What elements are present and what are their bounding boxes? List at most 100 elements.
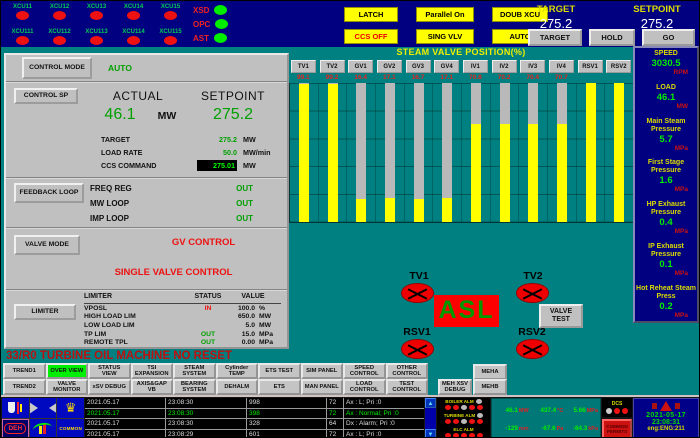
trend-curve-icon (32, 421, 53, 435)
log-row[interactable]: 2021.05.1723:08:3099872Ax : L; Pri :0 (85, 398, 424, 409)
nav-button-trend2[interactable]: TREND2 (3, 379, 46, 395)
valve-button-rsv1[interactable]: RSV1 (578, 60, 603, 73)
metric-label: First Stage Pressure (635, 159, 697, 175)
nav-button-mehb[interactable]: MEHB (473, 379, 507, 395)
limiter-name: HIGH LOAD LIM (84, 313, 191, 320)
valve-button-tv1[interactable]: TV1 (291, 60, 316, 73)
valve-button-tv2[interactable]: TV2 (320, 60, 345, 73)
log-row[interactable]: 2021.05.1723:08:3032864Dx : Alarm; Pri :… (85, 419, 424, 430)
nav-button-steam-system[interactable]: STEAM SYSTEM (173, 363, 216, 379)
xcu-indicator-xcu112: XCU112 (41, 29, 78, 45)
nav-button-ets-test[interactable]: ETS TEST (258, 363, 301, 379)
valve-button-iv3[interactable]: IV3 (520, 60, 545, 73)
hold-button[interactable]: HOLD (589, 29, 635, 46)
valve-button-iv1[interactable]: IV1 (463, 60, 488, 73)
turbine-icon[interactable]: ♛ (57, 398, 84, 418)
limiter-row-tp-lim: TP LIMOUT15.0MPa (84, 330, 281, 339)
valve-button-cell: RSV2 (604, 60, 633, 74)
nav-button-meh-xsv-debug[interactable]: MEH XSV DEBUG (438, 379, 472, 395)
control-mode-button[interactable]: CONTROL MODE (22, 57, 92, 79)
log-cell: 2021.05.17 (85, 430, 166, 438)
feedback-loop-button[interactable]: FEEDBACK LOOP (14, 183, 84, 203)
nav-button-axis-gap-vb[interactable]: AXIS&GAP VB (131, 379, 174, 395)
xcu-row: XCU111XCU112XCU113XCU114XCU115 (4, 29, 189, 45)
log-row[interactable]: 2021.05.1723:08:2960172Ax : L; Pri :0 (85, 430, 424, 438)
valve-bar-track (557, 83, 567, 222)
valve-button-gv1[interactable]: GV1 (348, 60, 373, 73)
nav-button-cylinder-temp[interactable]: Cylinder TEMP (216, 363, 259, 379)
nav-button-tsi-expansion[interactable]: TSI EXPANSION (131, 363, 174, 379)
latch-button[interactable]: LATCH (344, 7, 398, 22)
process-value: 437.4°C (529, 399, 564, 417)
valve-button-iv2[interactable]: IV2 (492, 60, 517, 73)
valve-button-gv3[interactable]: GV3 (406, 60, 431, 73)
metric-first-stage-pressure: First Stage Pressure1.6MPa (635, 159, 697, 193)
nav-button-xsv-debug[interactable]: xSV DEBUG (88, 379, 131, 395)
nav-button-ets[interactable]: ETS (258, 379, 301, 395)
limiter-button[interactable]: LIMITER (14, 304, 76, 320)
flask-icon (8, 402, 15, 413)
valve-button-rsv2[interactable]: RSV2 (606, 60, 631, 73)
xcu-indicator-xcu14: XCU14 (115, 4, 152, 20)
nav-button-speed-control[interactable]: SPEED CONTROL (343, 363, 386, 379)
valve-position-value-gv4: 17.1 (432, 74, 461, 83)
unit-overview-icon[interactable] (2, 398, 29, 418)
nav-button-meha[interactable]: MEHA (473, 364, 507, 380)
parallel-on-button[interactable]: Parallel On (416, 7, 474, 22)
valve-icon[interactable] (30, 398, 57, 418)
trend-icon[interactable] (30, 419, 57, 438)
common-icon[interactable]: COMMON (57, 419, 84, 438)
setpoint-label: SETPOINT (623, 4, 691, 15)
metric-label: Hot Reheat Steam Press (635, 285, 697, 301)
limiter-unit: MPa (255, 331, 281, 338)
valve-button-gv4[interactable]: GV4 (434, 60, 459, 73)
nav-button-bearing-system[interactable]: BEARING SYSTEM (173, 379, 216, 395)
valve-button-gv2[interactable]: GV2 (377, 60, 402, 73)
limiter-value: 650.0 (225, 313, 255, 320)
control-sp-button[interactable]: CONTROL SP (14, 88, 78, 104)
nav-button-status-view[interactable]: STATUS VIEW (88, 363, 131, 379)
nav-button-load-control[interactable]: LOAD CONTROL (343, 379, 386, 395)
nav-button-other-control[interactable]: OTHER CONTROL (386, 363, 429, 379)
trip-status-xsd: XSD (189, 5, 228, 15)
log-cell: 72 (327, 430, 344, 438)
control-sp-section: CONTROL SP ACTUAL SETPOINT 46.1 MW 275.2… (6, 83, 287, 179)
valve-button-cell: IV3 (518, 60, 547, 74)
trip-status-column: XSDOPCAST (189, 3, 228, 45)
ccs-off-button[interactable]: CCS OFF (344, 29, 398, 44)
log-cell: 601 (247, 430, 327, 438)
valve-mode-button[interactable]: VALVE MODE (14, 235, 80, 255)
deh-icon[interactable]: DEH (2, 419, 29, 438)
log-scrollbar[interactable]: ▲ ▼ (425, 398, 436, 438)
xcu-indicator-xcu111: XCU111 (4, 29, 41, 45)
dcs-status-dot (614, 408, 620, 414)
valve-button-iv4[interactable]: IV4 (549, 60, 574, 73)
xcu-indicator-xcu12: XCU12 (41, 4, 78, 20)
nav-button-trend1[interactable]: TREND1 (3, 363, 46, 379)
target-button[interactable]: TARGET (528, 29, 582, 46)
common-permits-button[interactable]: COMMON PERMITS (602, 419, 632, 438)
nav-button-valve-monitor[interactable]: VALVE MONITOR (46, 379, 89, 395)
nav-button-test-control[interactable]: TEST CONTROL (386, 379, 429, 395)
nav-button-over-view[interactable]: OVER VIEW (46, 363, 89, 379)
trip-status-dot (214, 33, 227, 43)
nav-button-man-panel[interactable]: MAN PANEL (301, 379, 344, 395)
limiter-unit: MW (255, 313, 281, 320)
valve-test-button[interactable]: VALVE TEST (539, 304, 583, 328)
limiter-table-rows: VPOSLIN100.0%HIGH LOAD LIM650.0MWLOW LOA… (84, 304, 281, 347)
setpoint-detail-rows: TARGET275.2MWLOAD RATE50.0MW/minCCS COMM… (101, 133, 283, 172)
log-row[interactable]: 2021.05.1723:08:3039872Ax : Normal; Pri … (85, 409, 424, 420)
nav-column: TSI EXPANSIONAXIS&GAP VB (131, 363, 174, 395)
metric-unit: MPa (635, 312, 697, 319)
scroll-down-icon[interactable]: ▼ (425, 429, 436, 438)
scroll-up-icon[interactable]: ▲ (425, 398, 436, 408)
process-metrics-panel: SPEED3030.5RPMLOAD46.1MWMain Steam Press… (633, 46, 699, 323)
nav-button-dehalm[interactable]: DEHALM (216, 379, 259, 395)
limiter-unit: MW (255, 322, 281, 329)
trip-status-ast: AST (189, 33, 228, 43)
go-button[interactable]: GO (642, 29, 695, 46)
process-value-row: -129mm-67.6Pa-84.3kPa (494, 417, 598, 435)
sing-vlv-button[interactable]: SING VLV (416, 29, 474, 44)
nav-button-sim-panel[interactable]: SIM PANEL (301, 363, 344, 379)
xcu-status-dot (53, 36, 66, 45)
